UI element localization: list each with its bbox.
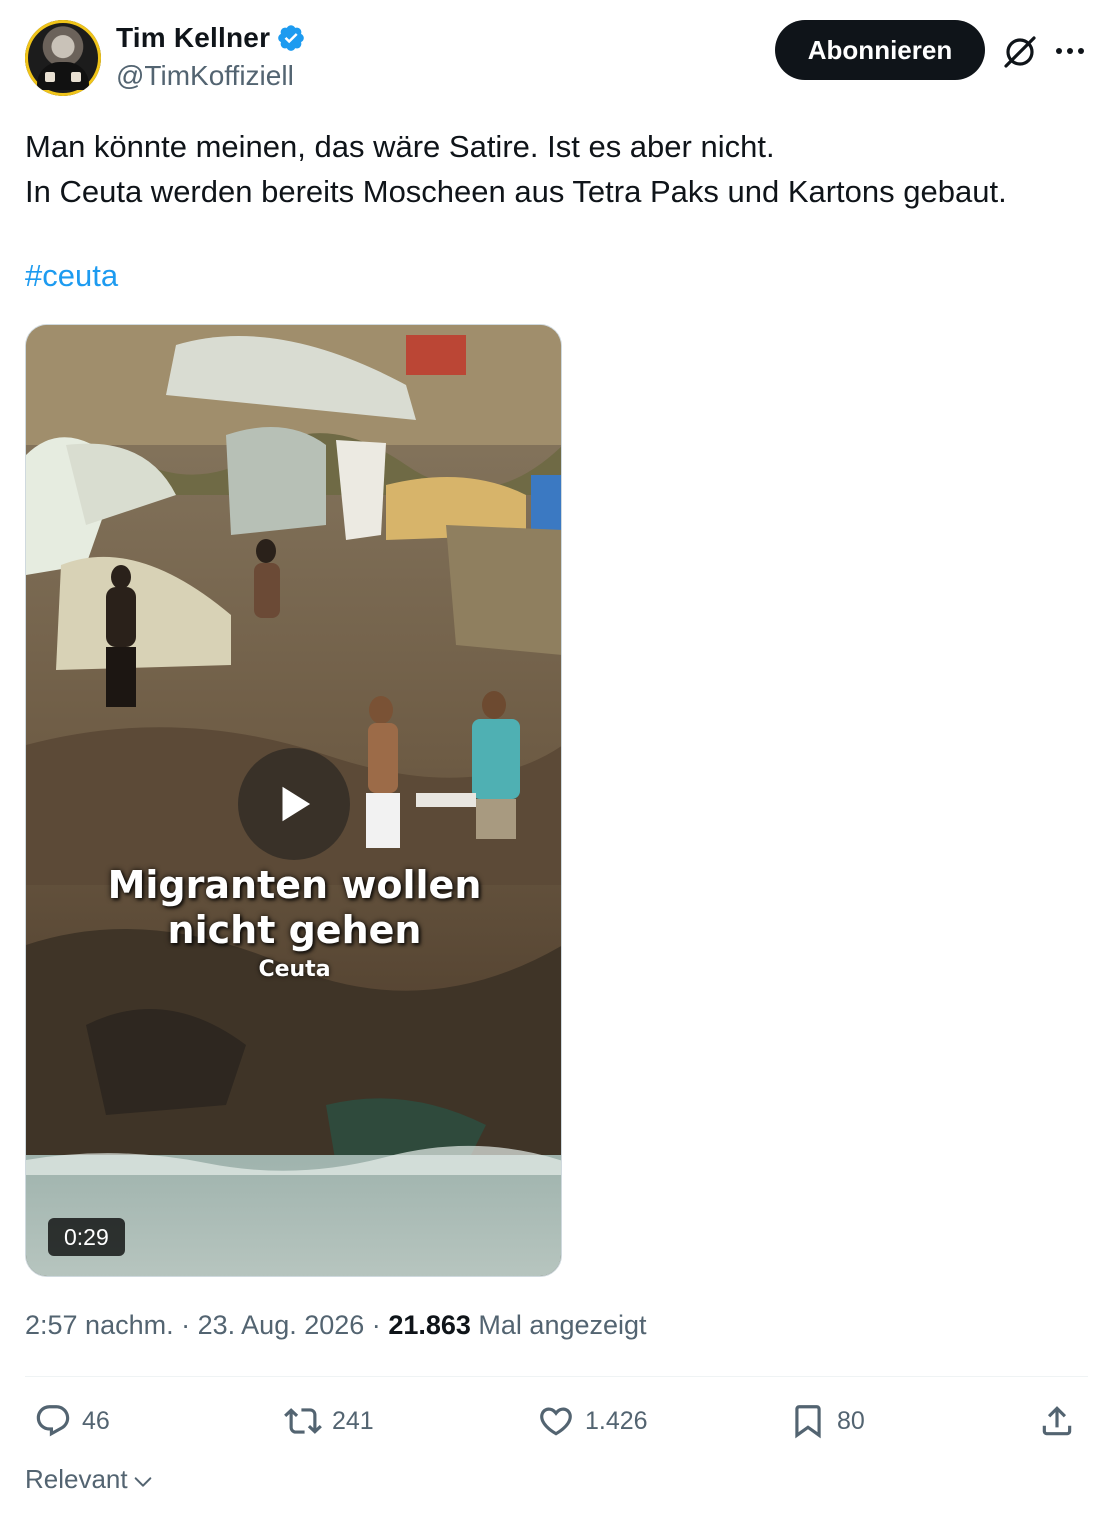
tweet-time[interactable]: 2:57 nachm. (25, 1310, 174, 1340)
video-player[interactable]: Migranten wollen nicht gehen Ceuta 0:29 (25, 324, 562, 1277)
video-caption-line: nicht gehen (167, 908, 422, 952)
meta-separator: · (181, 1310, 191, 1340)
divider (25, 1376, 1088, 1377)
bookmark-count: 80 (837, 1406, 865, 1435)
avatar[interactable] (25, 20, 101, 96)
grok-icon[interactable] (1000, 32, 1040, 72)
more-icon[interactable] (1052, 36, 1088, 66)
like-button[interactable]: 1.426 (537, 1402, 648, 1440)
meta-separator: · (371, 1310, 381, 1340)
play-button[interactable] (238, 748, 350, 860)
video-caption-line: Migranten wollen (107, 863, 482, 907)
retweet-count: 241 (332, 1406, 374, 1435)
tweet-text-line: In Ceuta werden bereits Moscheen aus Tet… (25, 174, 1007, 209)
action-bar: 46 241 1.426 80 (0, 1394, 1113, 1450)
view-count: 21.863 (388, 1310, 471, 1340)
heart-icon (540, 1407, 572, 1436)
share-icon (1042, 1406, 1072, 1436)
reply-sort-dropdown[interactable]: Relevant (25, 1464, 154, 1495)
reply-button[interactable]: 46 (34, 1402, 110, 1440)
bookmark-icon (795, 1405, 821, 1439)
reply-icon (36, 1405, 70, 1437)
video-caption-location: Ceuta (258, 957, 331, 982)
retweet-icon (284, 1408, 322, 1434)
author-display-name[interactable]: Tim Kellner (116, 22, 270, 54)
tweet-date[interactable]: 23. Aug. 2026 (198, 1310, 365, 1340)
author-name-row: Tim Kellner (116, 22, 306, 54)
share-button[interactable] (1038, 1402, 1076, 1440)
reply-count: 46 (82, 1406, 110, 1435)
retweet-button[interactable]: 241 (284, 1402, 374, 1440)
tweet-text-line: Man könnte meinen, das wäre Satire. Ist … (25, 129, 775, 164)
author-handle[interactable]: @TimKoffiziell (116, 60, 294, 92)
view-count-label: Mal angezeigt (478, 1310, 647, 1340)
video-duration: 0:29 (48, 1218, 125, 1256)
tweet-text: Man könnte meinen, das wäre Satire. Ist … (25, 124, 1085, 214)
play-icon (282, 786, 311, 822)
hashtag-link[interactable]: #ceuta (25, 258, 118, 294)
bookmark-button[interactable]: 80 (789, 1402, 865, 1440)
reply-sort-label: Relevant (25, 1464, 128, 1494)
verified-badge-icon[interactable] (276, 23, 306, 53)
like-count: 1.426 (585, 1406, 648, 1435)
chevron-down-icon (134, 1476, 151, 1487)
tweet-meta: 2:57 nachm. · 23. Aug. 2026 · 21.863 Mal… (25, 1310, 647, 1341)
follow-button[interactable]: Abonnieren (775, 20, 985, 80)
